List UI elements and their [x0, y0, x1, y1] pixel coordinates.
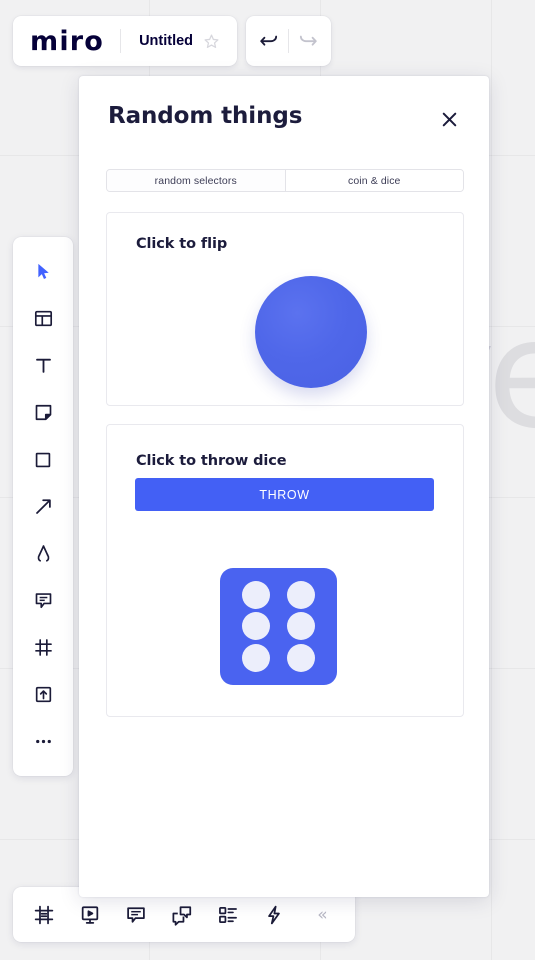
dice-pip: [241, 644, 270, 673]
random-things-panel: Random things random selectors coin & di…: [79, 76, 489, 897]
top-toolbar: miro Untitled: [13, 16, 332, 66]
templates-tool[interactable]: [21, 296, 65, 341]
frames-panel-button[interactable]: [24, 894, 64, 936]
collapse-toolbar-button[interactable]: «: [300, 894, 344, 936]
coin-section-title: Click to flip: [136, 236, 228, 252]
star-outline-icon[interactable]: [203, 33, 237, 50]
coin-section: Click to flip: [106, 212, 464, 406]
dice-pip: [241, 580, 270, 609]
miro-logo[interactable]: miro: [13, 26, 120, 57]
text-tool[interactable]: [21, 343, 65, 388]
throw-button[interactable]: THROW: [135, 478, 434, 511]
creation-toolbar: [13, 237, 73, 776]
cards-button[interactable]: [208, 894, 248, 936]
more-tools[interactable]: [21, 719, 65, 764]
board-title[interactable]: Untitled: [121, 33, 203, 49]
close-icon[interactable]: [435, 105, 463, 133]
canvas-watermark-letter: e: [487, 288, 535, 462]
frame-tool[interactable]: [21, 625, 65, 670]
undo-redo-card: [246, 16, 332, 66]
board-info-card: miro Untitled: [13, 16, 238, 66]
panel-tabs: random selectors coin & dice: [106, 169, 464, 192]
apps-button[interactable]: [254, 894, 294, 936]
redo-button[interactable]: [289, 16, 327, 66]
shapes-tool[interactable]: [21, 437, 65, 482]
presentation-button[interactable]: [70, 894, 110, 936]
dice-pip: [287, 612, 316, 641]
sticky-note-tool[interactable]: [21, 390, 65, 435]
cursor-select-tool[interactable]: [21, 249, 65, 294]
pen-tool[interactable]: [21, 531, 65, 576]
dice-pip: [241, 612, 270, 641]
chat-button[interactable]: [162, 894, 202, 936]
tab-coin-and-dice[interactable]: coin & dice: [284, 170, 463, 191]
dice-section: Click to throw dice THROW: [106, 424, 464, 717]
flip-coin[interactable]: [255, 276, 367, 388]
dice-section-title: Click to throw dice: [136, 453, 287, 469]
dice-pip: [287, 580, 316, 609]
comment-tool[interactable]: [21, 578, 65, 623]
dice-pip: [287, 644, 316, 673]
connector-tool[interactable]: [21, 484, 65, 529]
page-title: Random things: [108, 103, 303, 129]
undo-button[interactable]: [250, 16, 288, 66]
tab-random-selectors[interactable]: random selectors: [107, 170, 285, 191]
upload-tool[interactable]: [21, 672, 65, 717]
comments-button[interactable]: [116, 894, 156, 936]
dice-face[interactable]: [220, 568, 337, 685]
panel-header: Random things: [79, 76, 489, 133]
